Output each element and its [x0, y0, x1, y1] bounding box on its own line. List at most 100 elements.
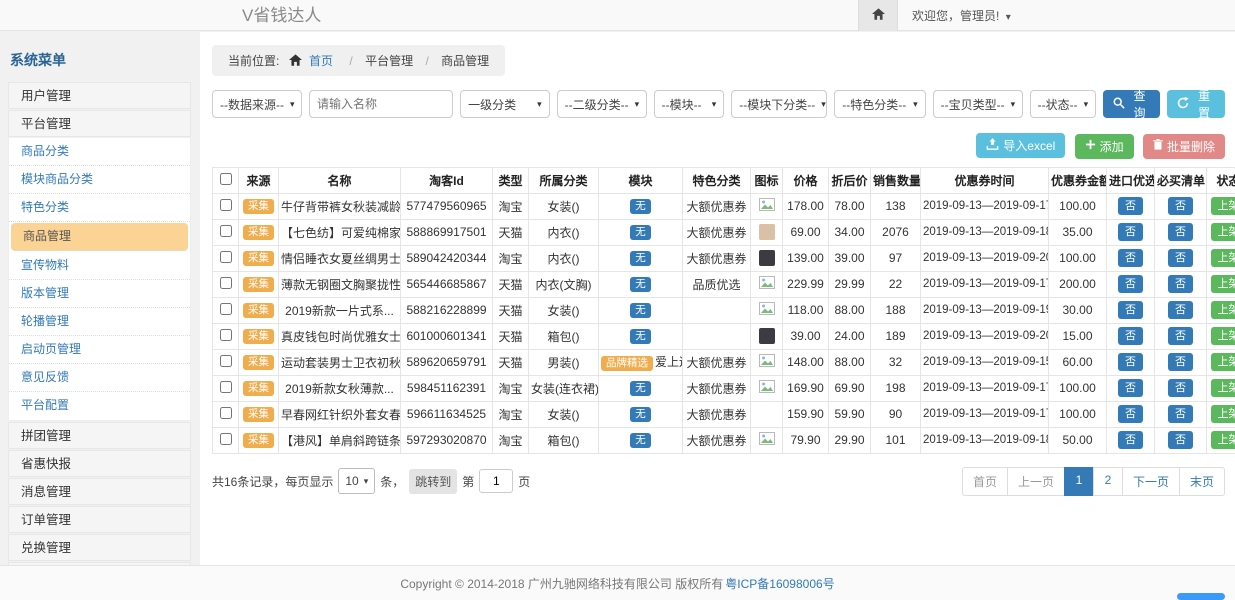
- breadcrumb-home-link[interactable]: 首页: [309, 54, 333, 68]
- home-button[interactable]: [858, 0, 898, 31]
- pager-button-2[interactable]: 2: [1093, 467, 1123, 496]
- must-buy-toggle[interactable]: 否: [1168, 223, 1193, 240]
- sidebar-item-平台管理[interactable]: 平台管理: [8, 110, 191, 137]
- row-checkbox[interactable]: [220, 277, 232, 289]
- status-button[interactable]: 上架: [1211, 405, 1235, 422]
- sidebar-subitem-平台配置[interactable]: 平台配置: [9, 392, 190, 420]
- pager-button-下一页[interactable]: 下一页: [1122, 467, 1180, 496]
- sidebar-subitem-启动页管理[interactable]: 启动页管理: [9, 336, 190, 364]
- row-checkbox[interactable]: [220, 199, 232, 211]
- name-search-input[interactable]: [317, 97, 445, 111]
- column-header-类型: 类型: [493, 167, 529, 193]
- status-button[interactable]: 上架: [1211, 379, 1235, 396]
- import-select-toggle[interactable]: 否: [1118, 379, 1143, 396]
- sidebar-item-订单管理[interactable]: 订单管理: [8, 506, 191, 533]
- coupon-amount-cell: 35.00: [1049, 219, 1107, 245]
- must-buy-toggle[interactable]: 否: [1168, 275, 1193, 292]
- select-all-checkbox[interactable]: [220, 173, 232, 185]
- pager-button-上一页[interactable]: 上一页: [1007, 467, 1065, 496]
- module-badge[interactable]: 无: [630, 433, 651, 449]
- row-checkbox[interactable]: [220, 329, 232, 341]
- import-select-toggle[interactable]: 否: [1118, 275, 1143, 292]
- batch-delete-button[interactable]: 批量删除: [1143, 134, 1225, 159]
- must-buy-toggle[interactable]: 否: [1168, 249, 1193, 266]
- sidebar-item-省惠快报[interactable]: 省惠快报: [8, 450, 191, 477]
- status-button[interactable]: 上架: [1211, 223, 1235, 240]
- status-button[interactable]: 上架: [1211, 353, 1235, 370]
- filter-select[interactable]: --模块下分类--▾: [731, 90, 827, 118]
- sidebar-item-兑换管理[interactable]: 兑换管理: [8, 534, 191, 561]
- per-page-select[interactable]: 10 ▾: [338, 468, 375, 494]
- sidebar-item-消息管理[interactable]: 消息管理: [8, 478, 191, 505]
- module-badge[interactable]: 无: [630, 277, 651, 293]
- sidebar-subitem-商品分类[interactable]: 商品分类: [9, 138, 190, 166]
- icp-link[interactable]: 粤ICP备16098006号: [725, 575, 834, 592]
- sidebar-subitem-模块商品分类[interactable]: 模块商品分类: [9, 166, 190, 194]
- row-checkbox[interactable]: [220, 303, 232, 315]
- must-buy-toggle[interactable]: 否: [1168, 431, 1193, 448]
- import-select-toggle[interactable]: 否: [1118, 353, 1143, 370]
- add-button[interactable]: 添加: [1075, 134, 1134, 159]
- coupon-amount-cell: 60.00: [1049, 349, 1107, 375]
- filter-select[interactable]: --特色分类--▾: [834, 90, 925, 118]
- filter-select[interactable]: --状态--▾: [1030, 90, 1096, 118]
- sidebar-subitem-宣传物料[interactable]: 宣传物料: [9, 252, 190, 280]
- sidebar-subitem-版本管理[interactable]: 版本管理: [9, 280, 190, 308]
- must-buy-toggle[interactable]: 否: [1168, 405, 1193, 422]
- sidebar-subitem-特色分类[interactable]: 特色分类: [9, 194, 190, 222]
- row-checkbox[interactable]: [220, 355, 232, 367]
- sidebar-subitem-轮播管理[interactable]: 轮播管理: [9, 308, 190, 336]
- filter-select[interactable]: --宝贝类型--▾: [933, 90, 1023, 118]
- module-badge[interactable]: 无: [630, 225, 651, 241]
- module-badge[interactable]: 品牌精选: [601, 356, 653, 372]
- jump-page-input[interactable]: [479, 469, 513, 493]
- import-select-toggle[interactable]: 否: [1118, 405, 1143, 422]
- user-menu[interactable]: 欢迎您，管理员! ▾: [912, 7, 1011, 24]
- status-button[interactable]: 上架: [1211, 327, 1235, 344]
- module-badge[interactable]: 无: [630, 251, 651, 267]
- search-button[interactable]: 查询: [1103, 90, 1161, 118]
- import-select-toggle[interactable]: 否: [1118, 301, 1143, 318]
- row-checkbox[interactable]: [220, 433, 232, 445]
- row-checkbox[interactable]: [220, 407, 232, 419]
- status-button[interactable]: 上架: [1211, 275, 1235, 292]
- row-checkbox[interactable]: [220, 251, 232, 263]
- module-badge[interactable]: 无: [630, 303, 651, 319]
- filter-select[interactable]: --模块--▾: [654, 90, 725, 118]
- import-select-toggle[interactable]: 否: [1118, 197, 1143, 214]
- jump-button[interactable]: 跳转到: [409, 469, 457, 494]
- must-buy-toggle[interactable]: 否: [1168, 353, 1193, 370]
- row-checkbox[interactable]: [220, 381, 232, 393]
- import-select-toggle[interactable]: 否: [1118, 249, 1143, 266]
- module-badge[interactable]: 无: [630, 381, 651, 397]
- module-badge[interactable]: 无: [630, 329, 651, 345]
- import-select-toggle[interactable]: 否: [1118, 223, 1143, 240]
- module-badge[interactable]: 无: [630, 407, 651, 423]
- must-buy-toggle[interactable]: 否: [1168, 197, 1193, 214]
- reset-button[interactable]: 重置: [1167, 90, 1225, 118]
- filter-select[interactable]: --数据来源--▾: [212, 90, 302, 118]
- must-buy-toggle[interactable]: 否: [1168, 379, 1193, 396]
- must-buy-toggle[interactable]: 否: [1168, 327, 1193, 344]
- status-button[interactable]: 上架: [1211, 431, 1235, 448]
- must-buy-toggle[interactable]: 否: [1168, 301, 1193, 318]
- import-select-toggle[interactable]: 否: [1118, 431, 1143, 448]
- pager-button-1[interactable]: 1: [1064, 467, 1094, 496]
- filter-select[interactable]: --二级分类--▾: [557, 90, 647, 118]
- pager-button-首页[interactable]: 首页: [962, 467, 1008, 496]
- filter-select[interactable]: 一级分类▾: [460, 90, 549, 118]
- status-button[interactable]: 上架: [1211, 249, 1235, 266]
- sidebar-item-拼团管理[interactable]: 拼团管理: [8, 422, 191, 449]
- status-button[interactable]: 上架: [1211, 197, 1235, 214]
- status-button[interactable]: 上架: [1211, 301, 1235, 318]
- row-checkbox[interactable]: [220, 225, 232, 237]
- sidebar-item-用户管理[interactable]: 用户管理: [8, 82, 191, 109]
- scrollbar-thumb[interactable]: [1177, 593, 1225, 600]
- jump-prefix: 第: [462, 473, 474, 490]
- module-badge[interactable]: 无: [630, 199, 651, 215]
- import-select-toggle[interactable]: 否: [1118, 327, 1143, 344]
- sidebar-subitem-商品管理[interactable]: 商品管理: [11, 223, 188, 251]
- import-excel-button[interactable]: 导入excel: [976, 133, 1065, 158]
- sidebar-subitem-意见反馈[interactable]: 意见反馈: [9, 364, 190, 392]
- pager-button-末页[interactable]: 末页: [1179, 467, 1225, 496]
